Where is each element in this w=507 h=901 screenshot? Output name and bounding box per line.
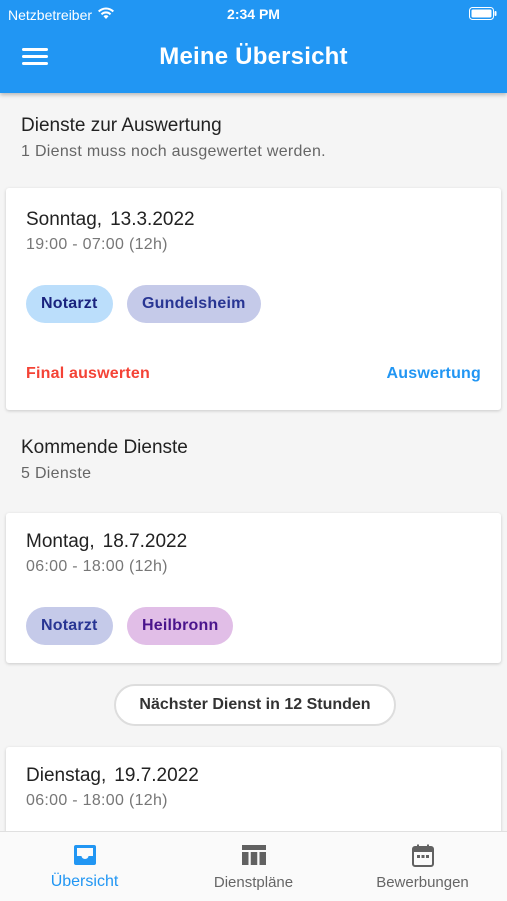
evaluation-button[interactable]: Auswertung <box>387 365 481 383</box>
service-hours: 06:00 - 18:00 (12h) <box>26 558 168 575</box>
service-date-value: 13.3.2022 <box>110 209 195 230</box>
status-bar: Netzbetreiber 2:34 PM <box>0 0 507 28</box>
nav-item-applications[interactable]: Bewerbungen <box>338 832 507 901</box>
inbox-icon <box>0 844 169 870</box>
service-date-value: 19.7.2022 <box>114 765 199 786</box>
upcoming-section-header: Kommende Dienste 5 Dienste <box>21 437 188 483</box>
service-weekday: Sonntag, <box>26 209 103 230</box>
service-date-value: 18.7.2022 <box>102 531 188 552</box>
page-title: Meine Übersicht <box>159 43 348 70</box>
service-date: Dienstag, 19.7.2022 <box>26 765 199 787</box>
table-icon <box>169 844 338 870</box>
service-hours: 19:00 - 07:00 (12h) <box>26 236 168 253</box>
upcoming-section-title: Kommende Dienste <box>21 437 188 458</box>
upcoming-section-subtitle: 5 Dienste <box>21 465 92 482</box>
pending-section-subtitle: 1 Dienst muss noch ausgewertet werden. <box>21 143 326 160</box>
final-evaluate-button[interactable]: Final auswerten <box>26 365 150 383</box>
nav-item-label: Dienstpläne <box>213 874 294 891</box>
service-date: Montag, 18.7.2022 <box>26 531 187 553</box>
tag-chip: Notarzt <box>26 607 113 645</box>
service-hours: 06:00 - 18:00 (12h) <box>26 792 168 809</box>
main-content[interactable]: Dienste zur Auswertung 1 Dienst muss noc… <box>0 93 507 831</box>
service-weekday: Dienstag, <box>26 765 107 786</box>
pending-section-header: Dienste zur Auswertung 1 Dienst muss noc… <box>21 115 326 161</box>
bottom-navigation: Übersicht Dienstpläne Bewerbungen <box>0 831 507 901</box>
battery-icon <box>469 7 497 23</box>
app-bar: Netzbetreiber 2:34 PM Meine Übersicht <box>0 0 507 93</box>
upcoming-service-card[interactable]: Dienstag, 19.7.2022 06:00 - 18:00 (12h) <box>6 747 501 831</box>
pending-service-card[interactable]: Sonntag, 13.3.2022 19:00 - 07:00 (12h) No… <box>6 188 501 410</box>
next-service-button[interactable]: Nächster Dienst in 12 Stunden <box>114 684 396 726</box>
nav-item-label: Bewerbungen <box>376 874 469 891</box>
pending-section-title: Dienste zur Auswertung <box>21 115 222 136</box>
status-time: 2:34 PM <box>227 6 280 22</box>
upcoming-service-card[interactable]: Montag, 18.7.2022 06:00 - 18:00 (12h) Not… <box>6 513 501 663</box>
location-chip: Gundelsheim <box>127 285 261 323</box>
nav-item-label: Übersicht <box>50 873 119 890</box>
service-date: Sonntag, 13.3.2022 <box>26 209 195 231</box>
tag-chip: Notarzt <box>26 285 113 323</box>
calendar-icon <box>338 844 507 870</box>
service-weekday: Montag, <box>26 531 95 552</box>
nav-item-schedules[interactable]: Dienstpläne <box>169 832 338 901</box>
nav-item-overview[interactable]: Übersicht <box>0 832 169 901</box>
location-chip: Heilbronn <box>127 607 234 645</box>
